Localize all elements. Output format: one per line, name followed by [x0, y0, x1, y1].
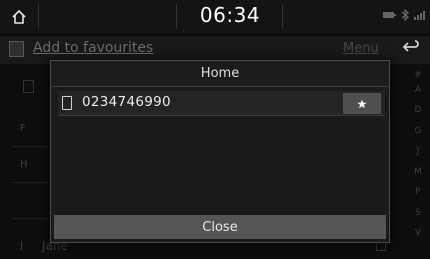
dialog-title: Home: [51, 61, 389, 87]
phone-number: 0234746990: [82, 94, 171, 110]
list-icon: [23, 80, 34, 93]
home-button[interactable]: [0, 0, 38, 33]
add-favourite-icon[interactable]: [9, 41, 24, 57]
home-icon: [12, 9, 26, 24]
favourite-star-button[interactable]: [343, 93, 381, 114]
index-letter[interactable]: G: [407, 124, 429, 139]
battery-icon: [383, 12, 396, 18]
section-letter: F: [20, 123, 26, 134]
index-letter[interactable]: M: [407, 165, 429, 180]
menu-button[interactable]: Menu: [343, 41, 379, 56]
clock: 06:34: [199, 3, 261, 27]
mobile-phone-icon: [62, 96, 72, 110]
phone-number-item[interactable]: 0234746990: [58, 91, 385, 116]
section-letter: H: [20, 159, 28, 170]
index-letter[interactable]: J: [407, 144, 429, 159]
index-letter[interactable]: S: [407, 206, 429, 221]
divider: [176, 4, 177, 29]
close-button[interactable]: Close: [54, 215, 386, 239]
bluetooth-icon: [401, 9, 409, 21]
star-icon: [357, 99, 367, 108]
index-letter[interactable]: A: [407, 83, 429, 98]
number-select-dialog: Home 0234746990 Close: [50, 60, 390, 243]
index-letter[interactable]: V: [407, 226, 429, 241]
status-bar: 06:34: [0, 0, 430, 33]
index-letter[interactable]: D: [407, 103, 429, 118]
index-letter[interactable]: #: [407, 68, 429, 83]
section-letter: J: [20, 240, 23, 251]
back-icon[interactable]: [402, 40, 420, 56]
add-to-favourites-link[interactable]: Add to favourites: [33, 40, 153, 56]
divider: [38, 4, 39, 29]
status-icons: [383, 9, 426, 21]
alphabet-index[interactable]: # A D G J M P S V: [407, 68, 429, 259]
signal-icon: [414, 11, 425, 20]
divider: [282, 4, 283, 29]
index-letter[interactable]: P: [407, 185, 429, 200]
